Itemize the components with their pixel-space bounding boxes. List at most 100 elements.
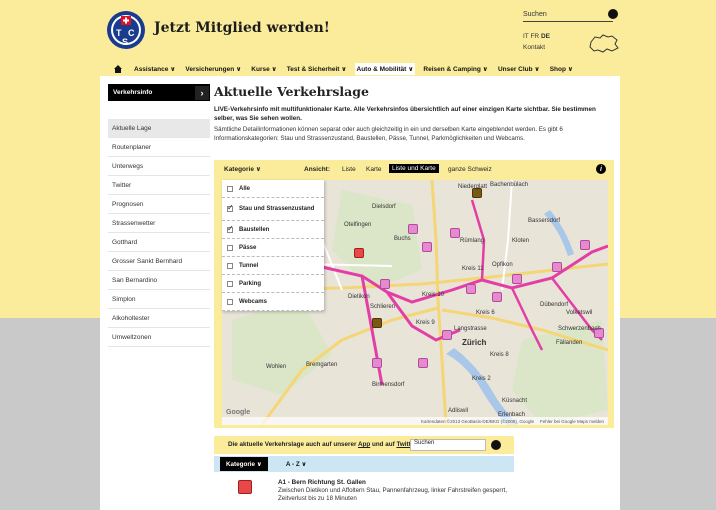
lead-text: LIVE-Verkehrsinfo mit multifunktionaler … xyxy=(214,106,596,122)
map-copyright: Kartendaten ©2013 GeoBasis-DE/BKG (©2009… xyxy=(421,418,534,424)
parking-marker[interactable] xyxy=(372,318,382,328)
chevron-right-icon[interactable]: › xyxy=(195,85,209,100)
category-parking[interactable]: Parking xyxy=(222,275,324,293)
sidebar-item-strassenwetter[interactable]: Strassenwetter xyxy=(108,214,210,233)
category-baustellen[interactable]: Baustellen xyxy=(222,221,324,239)
view-option-liste[interactable]: Liste xyxy=(342,166,356,173)
checkbox-paesse[interactable] xyxy=(227,244,233,251)
sidebar-item-san-bernardino[interactable]: San Bernardino xyxy=(108,271,210,290)
home-icon[interactable] xyxy=(114,65,122,73)
header-search-input[interactable] xyxy=(523,21,613,22)
sidebar-item-aktuelle-lage[interactable]: Aktuelle Lage xyxy=(108,119,210,138)
checkbox-tunnel[interactable] xyxy=(227,262,233,269)
checkbox-parking[interactable] xyxy=(227,280,233,287)
sidebar: Verkehrsinfo › Aktuelle Lage Routenplane… xyxy=(108,84,210,347)
map-place-label: Schwerzenbach xyxy=(558,326,601,332)
traffic-jam-marker[interactable] xyxy=(354,248,364,258)
kategorie-dropdown-button[interactable]: Kategorie ∨ xyxy=(224,165,261,173)
tcs-logo-icon[interactable]: T C S xyxy=(106,10,146,50)
sidebar-item-unterwegs[interactable]: Unterwegs xyxy=(108,157,210,176)
roadwork-marker[interactable] xyxy=(492,292,502,302)
sidebar-item-routenplaner[interactable]: Routenplaner xyxy=(108,138,210,157)
header-search-button[interactable] xyxy=(608,9,618,19)
map-place-label: Kreis 8 xyxy=(490,352,509,358)
sidebar-item-grosser-sankt-bernhard[interactable]: Grosser Sankt Bernhard xyxy=(108,252,210,271)
view-option-ganze-schweiz[interactable]: ganze Schweiz xyxy=(448,166,492,173)
nav-item-versicherungen[interactable]: Versicherungen ∨ xyxy=(183,63,243,75)
nav-item-test-sicherheit[interactable]: Test & Sicherheit ∨ xyxy=(285,63,349,75)
roadwork-marker[interactable] xyxy=(380,279,390,289)
switzerland-map-icon[interactable] xyxy=(588,32,620,54)
checkbox-baustellen[interactable] xyxy=(227,224,234,233)
sidebar-heading-label: Verkehrsinfo xyxy=(113,89,153,96)
roadwork-marker[interactable] xyxy=(450,228,460,238)
info-icon[interactable]: i xyxy=(596,164,606,174)
app-link[interactable]: App xyxy=(358,441,370,448)
map-report-link[interactable]: Fehler bei Google Maps melden xyxy=(540,419,604,424)
roadwork-marker[interactable] xyxy=(372,358,382,368)
nav-item-assistance[interactable]: Assistance ∨ xyxy=(132,63,177,75)
page-title: Aktuelle Verkehrslage xyxy=(214,84,369,99)
roadwork-marker[interactable] xyxy=(422,242,432,252)
checkbox-webcams[interactable] xyxy=(227,298,233,305)
sidebar-item-prognosen[interactable]: Prognosen xyxy=(108,195,210,214)
category-tunnel[interactable]: Tunnel xyxy=(222,257,324,275)
checkbox-alle[interactable] xyxy=(227,185,233,192)
app-promo-prefix: Die aktuelle Verkehrslage auch auf unser… xyxy=(228,441,358,448)
sidebar-heading[interactable]: Verkehrsinfo › xyxy=(108,84,210,101)
roadwork-marker[interactable] xyxy=(512,274,522,284)
map-place-label: Rümlang xyxy=(460,238,485,244)
checkbox-stau[interactable] xyxy=(227,203,234,212)
category-label: Pässe xyxy=(239,244,257,251)
nav-item-kurse[interactable]: Kurse ∨ xyxy=(249,63,279,75)
lang-other[interactable]: IT FR xyxy=(523,33,541,40)
nav-item-shop[interactable]: Shop ∨ xyxy=(548,63,575,75)
sidebar-item-twitter[interactable]: Twitter xyxy=(108,176,210,195)
nav-item-reisen-camping[interactable]: Reisen & Camping ∨ xyxy=(421,63,490,75)
map-place-label: Birmensdorf xyxy=(372,382,405,388)
list-search-button[interactable] xyxy=(491,440,501,450)
membership-cta[interactable]: Jetzt Mitglied werden! xyxy=(154,20,330,36)
lang-active[interactable]: DE xyxy=(541,33,550,40)
map-place-label: Kloten xyxy=(512,238,530,244)
map-attribution: Kartendaten ©2013 GeoBasis-DE/BKG (©2009… xyxy=(222,417,608,425)
list-kategorie-button[interactable]: Kategorie ∨ xyxy=(220,457,268,471)
kontakt-link[interactable]: Kontakt xyxy=(523,44,545,51)
sidebar-list: Aktuelle Lage Routenplaner Unterwegs Twi… xyxy=(108,119,210,347)
roadwork-marker[interactable] xyxy=(466,284,476,294)
category-webcams[interactable]: Webcams xyxy=(222,293,324,311)
map-place-label: Buchs xyxy=(394,236,411,242)
sidebar-item-umweltzonen[interactable]: Umweltzonen xyxy=(108,328,210,347)
category-stau[interactable]: Stau und Strassenzustand xyxy=(222,198,324,221)
list-search-input[interactable]: Suchen xyxy=(410,439,486,451)
sidebar-item-alkoholtester[interactable]: Alkoholtester xyxy=(108,309,210,328)
entry-title: A1 - Bern Richtung St. Gallen xyxy=(278,479,366,486)
sidebar-item-gotthard[interactable]: Gotthard xyxy=(108,233,210,252)
category-alle[interactable]: Alle xyxy=(222,180,324,198)
nav-item-auto-mobilitaet[interactable]: Auto & Mobilität ∨ xyxy=(354,63,416,75)
list-sort-az-button[interactable]: A - Z ∨ xyxy=(280,457,313,471)
roadwork-marker[interactable] xyxy=(408,224,418,234)
view-option-liste-und-karte[interactable]: Liste und Karte xyxy=(389,164,439,173)
app-twitter-bar: Die aktuelle Verkehrslage auch auf unser… xyxy=(214,436,514,454)
main-nav: Assistance ∨ Versicherungen ∨ Kurse ∨ Te… xyxy=(100,62,620,76)
nav-item-unser-club[interactable]: Unser Club ∨ xyxy=(496,63,542,75)
map-place-label: Niederglatt xyxy=(458,184,488,190)
google-logo[interactable]: Google xyxy=(226,409,250,416)
view-option-karte[interactable]: Karte xyxy=(366,166,382,173)
map-place-label: Dübendorf xyxy=(540,302,569,308)
category-label: Webcams xyxy=(239,298,267,305)
roadwork-marker[interactable] xyxy=(418,358,428,368)
site-header: T C S Jetzt Mitglied werden! Suchen IT F… xyxy=(100,0,620,62)
map-place-label: Kreis 6 xyxy=(476,310,495,316)
roadwork-marker[interactable] xyxy=(442,330,452,340)
list-item[interactable]: A1 - Bern Richtung St. Gallen Zwischen D… xyxy=(214,474,514,510)
category-paesse[interactable]: Pässe xyxy=(222,239,324,257)
roadwork-marker[interactable] xyxy=(580,240,590,250)
sidebar-item-simplon[interactable]: Simplon xyxy=(108,290,210,309)
language-switcher[interactable]: IT FR DE xyxy=(523,33,550,40)
header-search-label[interactable]: Suchen xyxy=(523,11,547,18)
roadwork-marker[interactable] xyxy=(552,262,562,272)
svg-text:S: S xyxy=(122,37,128,47)
map-place-label: Dietikon xyxy=(348,294,370,300)
